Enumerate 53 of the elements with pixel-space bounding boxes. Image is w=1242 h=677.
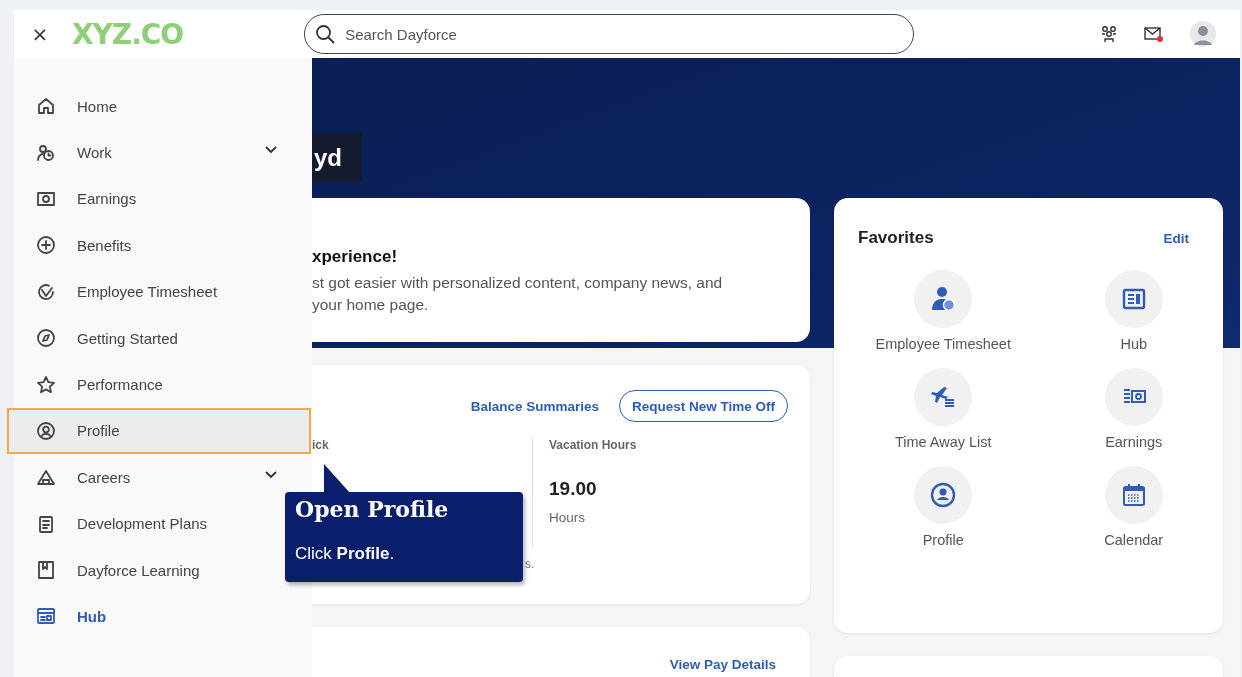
sidebar-item[interactable]: Hub — [14, 593, 282, 640]
hill-icon — [36, 467, 56, 488]
profile-icon — [929, 481, 958, 509]
sidebar-item[interactable]: Profile — [7, 407, 311, 455]
favorite-item[interactable]: Calendar — [1038, 466, 1229, 548]
sidebar-item[interactable]: Work — [14, 129, 282, 176]
sidebar-item[interactable]: Employee Timesheet — [14, 268, 282, 315]
profile-icon — [36, 420, 56, 441]
balance-unit: Hours — [549, 510, 586, 525]
mail-icon[interactable] — [1144, 25, 1164, 43]
company-logo: XYZ.CO — [72, 17, 184, 51]
timesheet-icon — [36, 281, 56, 302]
search-icon — [315, 24, 336, 44]
sidebar-item[interactable]: Dayforce Learning — [14, 546, 282, 594]
sidebar-item[interactable]: Getting Started — [14, 314, 282, 362]
hub-icon — [36, 606, 56, 627]
plus-circle-icon — [36, 235, 56, 256]
person-icon — [929, 285, 958, 313]
note-text: s. — [525, 557, 535, 571]
sidebar-item[interactable]: Performance — [14, 361, 282, 408]
search-field[interactable]: Search Dayforce — [304, 14, 915, 54]
tooltip-title: Open Profile — [295, 496, 450, 522]
sidebar-item[interactable]: Development Plans — [14, 500, 282, 547]
close-button[interactable]: × — [14, 22, 62, 46]
favorites-title: Favorites — [858, 228, 934, 248]
favorite-item[interactable]: Hub — [1038, 270, 1229, 352]
welcome-title: xperience! — [312, 247, 399, 267]
greeting-text: yd — [312, 133, 362, 182]
balance-label: ick — [312, 438, 330, 452]
sidebar-item[interactable]: Benefits — [14, 222, 282, 269]
balance-label: Vacation Hours — [549, 438, 638, 452]
clipboard-icon — [36, 513, 56, 534]
book-icon — [36, 560, 56, 581]
balance-summaries-link[interactable]: Balance Summaries — [470, 398, 599, 414]
favorite-item[interactable]: Earnings — [1038, 368, 1229, 450]
favorite-item[interactable]: Employee Timesheet — [848, 270, 1039, 352]
favorite-item[interactable]: Profile — [848, 466, 1039, 548]
home-icon — [36, 96, 56, 117]
balance-value: 19.00 — [549, 478, 598, 500]
clock-icon — [36, 142, 56, 163]
view-pay-details-link[interactable]: View Pay Details — [669, 657, 776, 672]
compass-icon — [36, 328, 56, 349]
star-icon — [36, 374, 56, 395]
welcome-text: st got easier with personalized content, company news, and your home page. — [312, 273, 724, 315]
search-input[interactable]: Search Dayforce — [343, 24, 848, 44]
people-icon[interactable] — [1100, 25, 1118, 43]
sidebar-item[interactable]: Earnings — [14, 175, 282, 223]
avatar-icon[interactable] — [1190, 21, 1216, 47]
edit-link[interactable]: Edit — [1163, 230, 1189, 246]
sidebar-item[interactable]: Home — [14, 83, 282, 130]
tooltip-text: Click Profile. — [295, 544, 396, 564]
sidebar-item[interactable]: Careers — [14, 454, 282, 501]
favorite-item[interactable]: Time Away List — [848, 368, 1039, 450]
